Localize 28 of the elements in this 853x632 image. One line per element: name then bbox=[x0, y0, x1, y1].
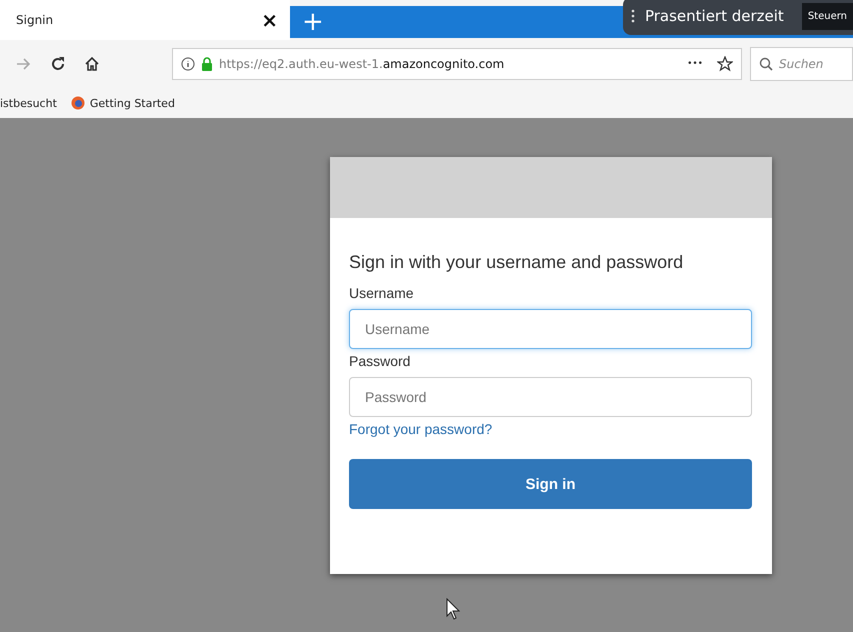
star-icon[interactable] bbox=[717, 56, 733, 72]
field-label: Username bbox=[349, 285, 415, 301]
cursor-icon bbox=[446, 598, 460, 620]
reload-icon[interactable] bbox=[50, 56, 66, 72]
forgot-password-link[interactable]: Forgot your password? bbox=[349, 421, 492, 437]
drag-handle-icon[interactable] bbox=[630, 8, 635, 24]
form-heading: Sign in with your username and password bbox=[349, 252, 684, 273]
sign-in-button[interactable]: Sign in bbox=[349, 459, 752, 509]
presenting-label: Prasentiert derzeit bbox=[644, 7, 784, 25]
field-label: Password bbox=[349, 353, 412, 369]
info-icon[interactable] bbox=[181, 57, 195, 71]
address-bar[interactable]: https://eq2.auth.eu-west-1.amazoncognito.com ••• bbox=[172, 48, 742, 80]
control-button[interactable]: Steuern bbox=[802, 2, 853, 30]
bookmark-item[interactable]: istbesucht bbox=[0, 96, 57, 110]
lock-icon bbox=[201, 57, 213, 71]
browser-tab[interactable]: Signin × bbox=[0, 0, 290, 40]
home-icon[interactable] bbox=[84, 56, 100, 72]
input-field[interactable]: Password bbox=[349, 377, 752, 417]
tab-title: Signin bbox=[16, 13, 54, 27]
search-icon bbox=[759, 57, 773, 71]
globe-icon bbox=[70, 96, 85, 110]
close-tab-button[interactable]: × bbox=[261, 8, 278, 32]
new-tab-button[interactable]: + bbox=[290, 7, 336, 37]
url-text: https://eq2.auth.eu-west-1.amazoncognito.com bbox=[219, 57, 506, 71]
bookmark-item[interactable]: Getting Started bbox=[70, 96, 175, 110]
search-field[interactable]: Suchen bbox=[750, 47, 853, 81]
input-field[interactable]: Username bbox=[349, 309, 752, 349]
page-actions-button[interactable]: ••• bbox=[687, 59, 703, 69]
